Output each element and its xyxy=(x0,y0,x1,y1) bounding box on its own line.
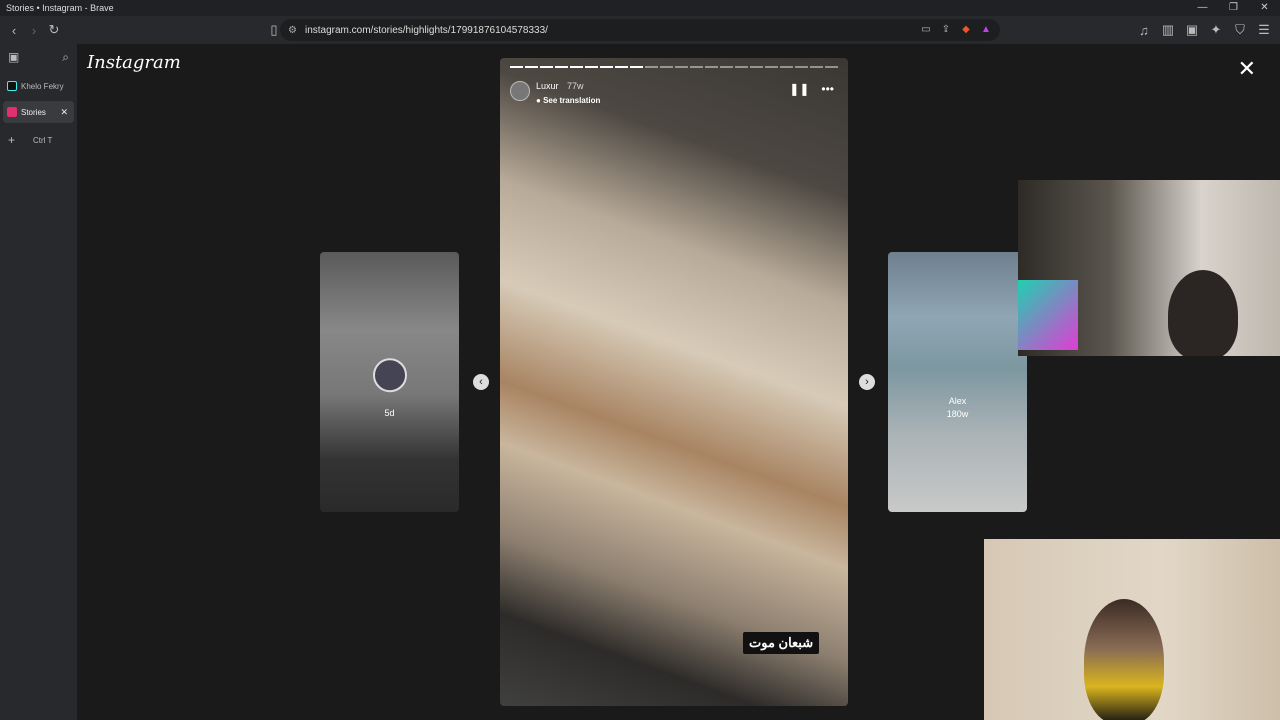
url-text[interactable]: instagram.com/stories/highlights/1799187… xyxy=(305,25,548,36)
streamer-figure xyxy=(1168,270,1238,356)
progress-segment xyxy=(555,66,568,68)
story-avatar xyxy=(372,358,407,393)
progress-segment xyxy=(720,66,733,68)
new-tab-button[interactable]: + Ctrl T xyxy=(0,127,77,153)
menu-icon[interactable]: ☰ xyxy=(1254,20,1274,40)
leo-ai-icon[interactable]: ✦ xyxy=(1206,20,1226,40)
story-progress-bar xyxy=(510,66,838,68)
story-username: Alex xyxy=(948,396,967,406)
brave-shields-icon[interactable]: ◆ xyxy=(958,22,974,38)
instagram-icon xyxy=(7,107,17,117)
back-icon[interactable]: ‹ xyxy=(4,20,24,40)
progress-segment xyxy=(690,66,703,68)
progress-segment xyxy=(795,66,808,68)
see-translation-label: See translation xyxy=(543,96,601,105)
progress-segment xyxy=(570,66,583,68)
next-story-arrow-icon[interactable]: › xyxy=(859,374,875,390)
sidebar-header: ▣ ⌕ xyxy=(0,44,77,71)
progress-segment xyxy=(600,66,613,68)
plus-icon: + xyxy=(8,133,16,147)
tab-stories[interactable]: Stories ✕ xyxy=(3,101,74,123)
cast-icon[interactable]: ▭ xyxy=(918,22,934,38)
tab-khelo-fekry[interactable]: Khelo Fekry xyxy=(3,75,74,97)
progress-segment xyxy=(540,66,553,68)
progress-segment xyxy=(750,66,763,68)
toolbar-right: ♫ ▥ ▣ ✦ ⛉ ☰ xyxy=(1134,20,1274,40)
previous-story-card[interactable]: 5d xyxy=(320,252,459,512)
tab-label: Khelo Fekry xyxy=(21,81,64,91)
address-bar[interactable]: ⚙ instagram.com/stories/highlights/17991… xyxy=(280,19,1000,41)
restore-button[interactable]: ❐ xyxy=(1218,0,1249,16)
progress-segment xyxy=(675,66,688,68)
progress-segment xyxy=(825,66,838,68)
close-window-button[interactable]: ✕ xyxy=(1249,0,1280,16)
vertical-tab-sidebar: ▣ ⌕ Khelo Fekry Stories ✕ + Ctrl T xyxy=(0,44,77,720)
progress-segment xyxy=(780,66,793,68)
progress-segment xyxy=(510,66,523,68)
site-info-icon[interactable]: ⚙ xyxy=(288,25,297,36)
browser-toolbar: ‹ › ↻ ▯ ⚙ instagram.com/stories/highligh… xyxy=(0,16,1280,44)
brave-rewards-icon[interactable]: ▲ xyxy=(978,22,994,38)
pause-icon[interactable]: ❚❚ xyxy=(789,82,809,96)
progress-segment xyxy=(645,66,658,68)
more-options-icon[interactable]: ••• xyxy=(821,82,834,96)
story-time: 180w xyxy=(946,409,969,419)
story-time: 5d xyxy=(384,408,395,418)
progress-segment xyxy=(525,66,538,68)
close-tab-icon[interactable]: ✕ xyxy=(60,107,68,118)
story-header: Luxur 77w ● See translation xyxy=(510,76,600,105)
media-icon[interactable]: ♫ xyxy=(1134,20,1154,40)
story-caption: شبعان موت xyxy=(743,632,820,654)
close-stories-icon[interactable]: ✕ xyxy=(1238,56,1256,82)
webcam-overlay-top xyxy=(1018,180,1280,356)
progress-segment xyxy=(810,66,823,68)
active-story[interactable]: Luxur 77w ● See translation ❚❚ ••• شبعان… xyxy=(500,58,848,706)
instagram-logo[interactable]: Instagram xyxy=(87,52,181,73)
instagram-stories-viewer: Instagram ✕ 5d Alex 180w ‹ › Luxur 77w ●… xyxy=(77,44,1280,720)
sidebar-panel-icon[interactable]: ▣ xyxy=(8,50,19,65)
progress-segment xyxy=(765,66,778,68)
share-icon[interactable]: ⇪ xyxy=(938,22,954,38)
window-title: Stories • Instagram - Brave xyxy=(6,3,114,13)
progress-segment xyxy=(630,66,643,68)
story-avatar[interactable] xyxy=(510,80,530,101)
tiktok-icon xyxy=(7,81,17,91)
next-story-card[interactable]: Alex 180w xyxy=(888,252,1027,512)
vpn-icon[interactable]: ⛉ xyxy=(1230,20,1250,40)
window-titlebar: Stories • Instagram - Brave — ❐ ✕ xyxy=(0,0,1280,16)
webcam-overlay-bottom xyxy=(984,539,1280,720)
new-tab-shortcut: Ctrl T xyxy=(33,135,53,145)
progress-segment xyxy=(615,66,628,68)
story-time: 77w xyxy=(566,81,584,91)
tab-label: Stories xyxy=(21,107,46,117)
progress-segment xyxy=(735,66,748,68)
forward-icon[interactable]: › xyxy=(24,20,44,40)
streamer-figure xyxy=(1084,599,1164,720)
search-tabs-icon[interactable]: ⌕ xyxy=(62,50,69,65)
pc-case-rgb xyxy=(1018,280,1078,350)
progress-segment xyxy=(660,66,673,68)
wallet-icon[interactable]: ▣ xyxy=(1182,20,1202,40)
progress-segment xyxy=(705,66,718,68)
story-username[interactable]: Luxur xyxy=(536,81,559,91)
reload-icon[interactable]: ↻ xyxy=(44,20,64,40)
see-translation-link[interactable]: ● See translation xyxy=(536,96,600,105)
story-controls: ❚❚ ••• xyxy=(789,82,834,96)
window-controls: — ❐ ✕ xyxy=(1187,0,1280,16)
sidebar-toggle-icon[interactable]: ▥ xyxy=(1158,20,1178,40)
progress-segment xyxy=(585,66,598,68)
previous-story-arrow-icon[interactable]: ‹ xyxy=(473,374,489,390)
minimize-button[interactable]: — xyxy=(1187,0,1218,16)
